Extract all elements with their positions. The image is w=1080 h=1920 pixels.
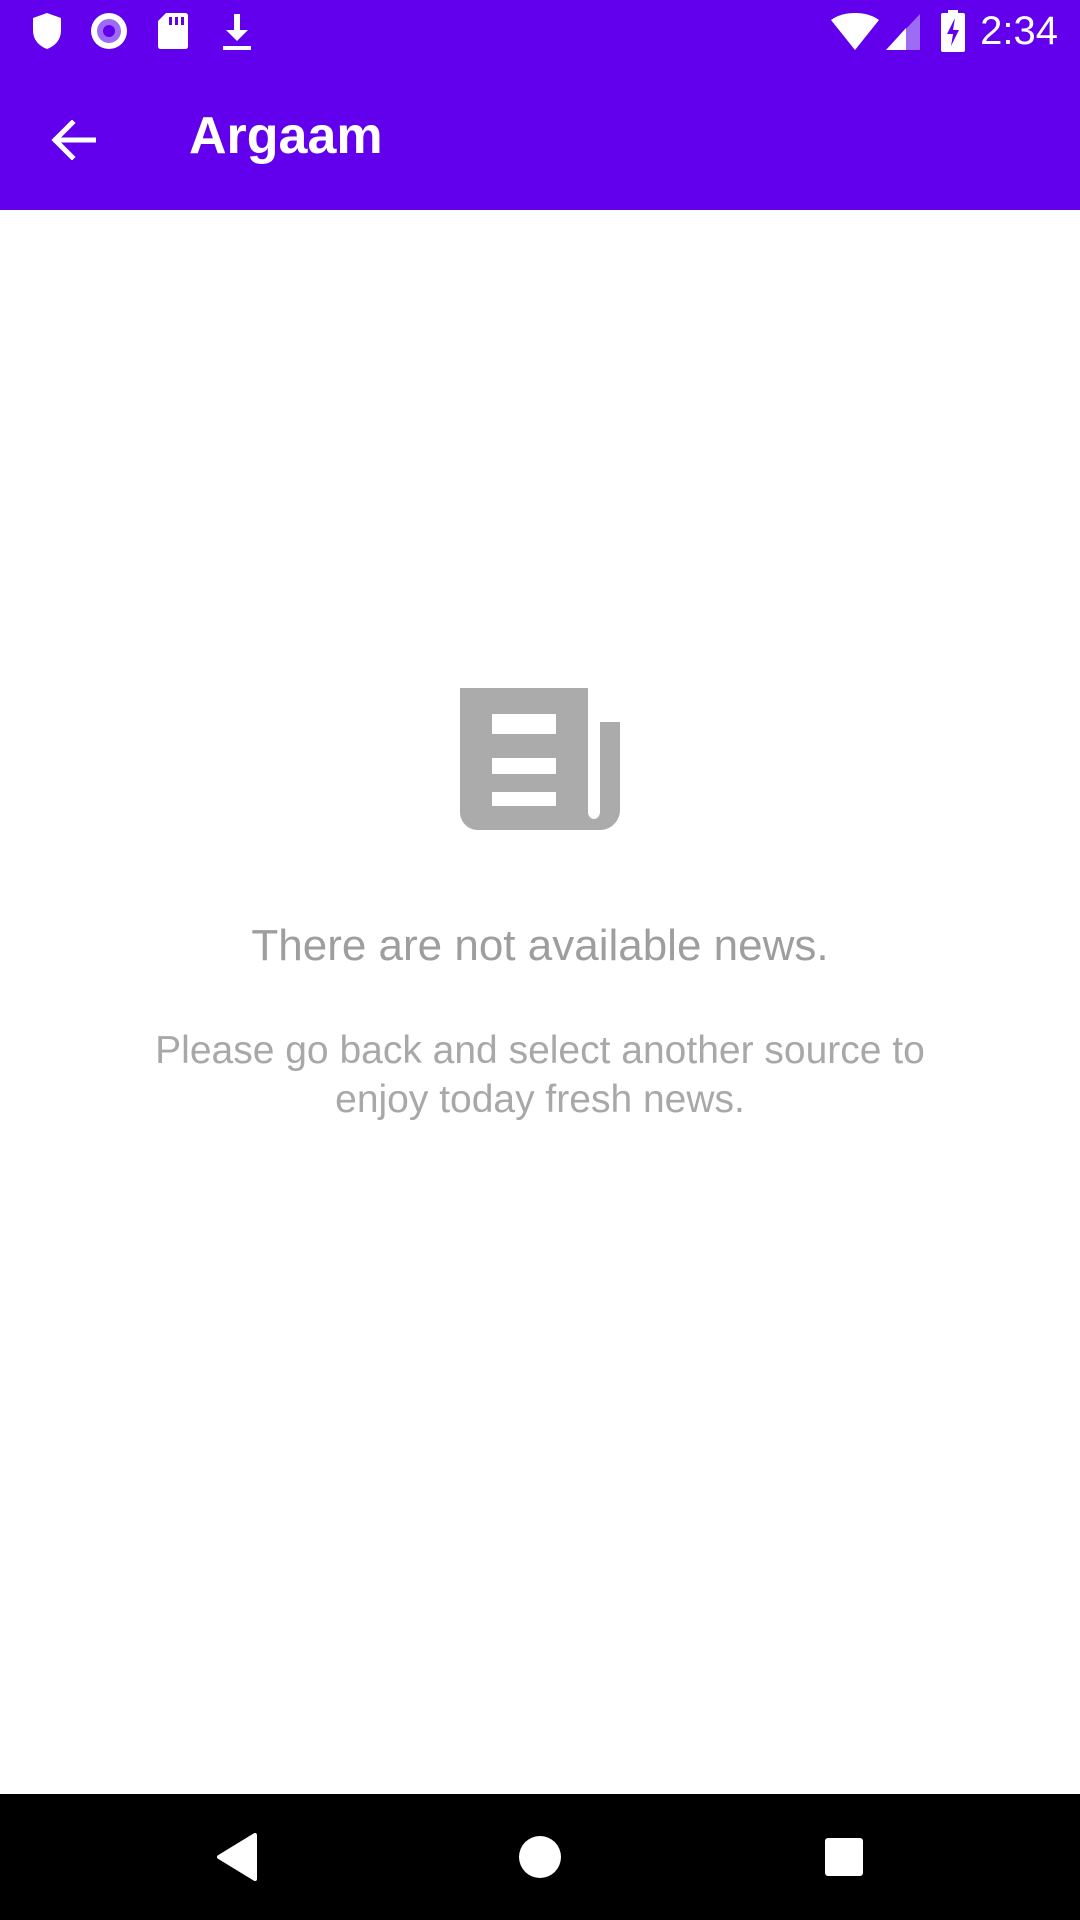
nav-back-button[interactable] [195,1815,279,1899]
back-button[interactable] [30,97,116,183]
empty-state-subtitle: Please go back and select another source… [155,1029,925,1121]
empty-state: There are not available news. Please go … [0,688,1080,1124]
sd-card-icon [158,13,188,49]
recents-square-icon [825,1838,863,1876]
download-icon [223,14,251,50]
back-triangle-icon [217,1833,257,1881]
home-circle-icon [519,1836,561,1878]
battery-charging-icon [941,10,965,52]
arrow-back-icon [51,120,96,160]
app-bar: Argaam [0,63,1080,210]
shield-icon [33,13,61,49]
page-title: Argaam [189,107,383,165]
empty-state-title: There are not available news. [251,921,829,970]
cell-signal-icon [886,14,920,50]
nav-recents-button[interactable] [802,1815,886,1899]
screen: 2:34 Argaam There are not available news… [0,0,1080,1920]
nav-home-button[interactable] [498,1815,582,1899]
navigation-bar [0,1794,1080,1920]
status-bar: 2:34 [0,0,1080,63]
status-time: 2:34 [980,9,1058,53]
wifi-icon [831,13,879,50]
circle-dot-icon [91,13,127,49]
newspaper-icon [460,688,620,830]
